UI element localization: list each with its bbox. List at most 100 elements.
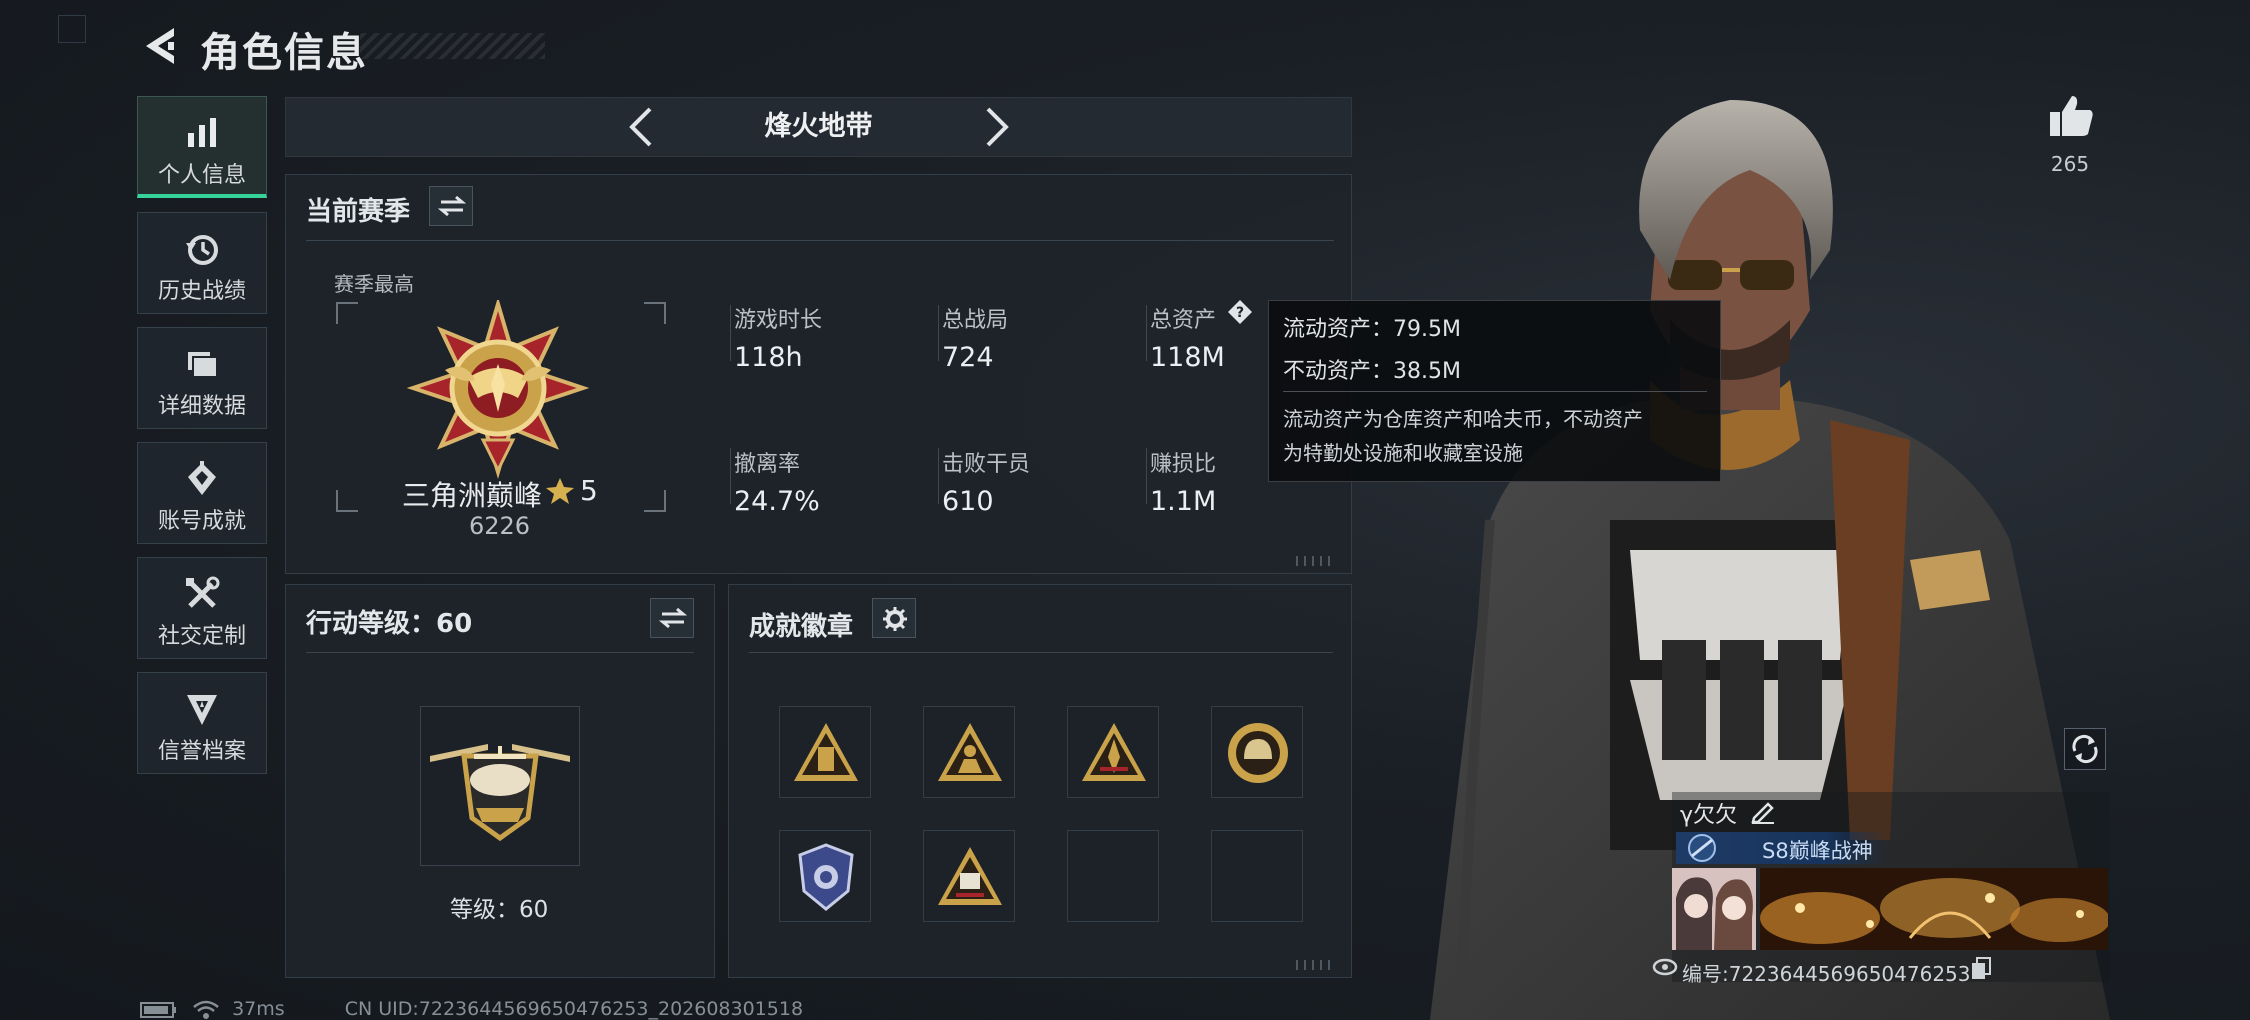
thumbs-up-icon — [2050, 96, 2093, 136]
bar-chart-icon — [188, 118, 216, 147]
title-decoration — [360, 33, 545, 59]
back-button[interactable] — [138, 22, 188, 72]
star-icon — [546, 478, 574, 504]
sidebar-item-personal-info[interactable]: 个人信息 — [137, 96, 267, 198]
tooltip-fixed-assets: 不动资产：38.5M — [1283, 359, 1461, 384]
achievement-icon — [188, 461, 216, 495]
triangle-tower-badge-icon — [794, 723, 858, 781]
sidebar-item-label: 历史战绩 — [157, 279, 246, 304]
rank-stars: 5 — [580, 474, 598, 507]
tooltip-divider — [1283, 391, 1707, 392]
panel-divider — [749, 652, 1333, 653]
stat-label: 撤离率 — [734, 452, 801, 477]
stat-value: 610 — [942, 486, 994, 517]
panel-corner-mark — [1296, 556, 1334, 566]
stat-value: 724 — [942, 342, 994, 373]
ping-value: 37ms — [232, 998, 285, 1020]
level-switch-button[interactable] — [650, 598, 694, 638]
swap-icon — [659, 607, 687, 629]
triangle-s8-badge-icon — [938, 847, 1002, 905]
asset-help-button[interactable]: ? — [1227, 299, 1253, 325]
mode-label: 烽火地带 — [764, 111, 873, 142]
badge-slot[interactable] — [1067, 706, 1159, 798]
sidebar-item-reputation[interactable]: 信誉档案 — [137, 672, 267, 774]
player-name: γ欠欠 — [1680, 803, 1738, 828]
rank-emblem-icon — [406, 300, 590, 480]
sidebar-item-label: 个人信息 — [157, 163, 246, 188]
panel-divider — [306, 652, 694, 653]
avatar-image — [1672, 868, 1756, 950]
stat-value: 24.7% — [734, 486, 820, 517]
tooltip-description-line2: 为特勤处设施和收藏室设施 — [1283, 441, 1523, 465]
avatar[interactable] — [1672, 868, 1756, 950]
stat-value: 118h — [734, 342, 803, 373]
help-icon: ? — [1228, 300, 1252, 324]
stat-label: 赚损比 — [1150, 452, 1217, 477]
round-helmet-badge-icon — [1228, 723, 1288, 783]
mode-prev-button[interactable] — [620, 105, 662, 149]
eye-icon[interactable] — [1652, 954, 1678, 980]
player-title: S8巅峰战神 — [1762, 839, 1873, 863]
season-switch-button[interactable] — [429, 186, 473, 226]
edit-icon[interactable] — [1750, 798, 1776, 824]
sidebar-item-history[interactable]: 历史战绩 — [137, 212, 267, 314]
sidebar-item-label: 账号成就 — [157, 509, 246, 534]
mode-next-button[interactable] — [976, 105, 1018, 149]
badge-settings-button[interactable] — [872, 598, 916, 638]
tooltip-liquid-assets: 流动资产：79.5M — [1283, 317, 1461, 342]
svg-text:?: ? — [1236, 305, 1244, 321]
season-best-label: 赛季最高 — [334, 272, 414, 296]
badge-slot[interactable] — [1211, 706, 1303, 798]
uid-text: CN UID:7223644569650476253_202608301518 — [344, 998, 804, 1020]
level-text: 等级：60 — [450, 897, 549, 923]
battery-icon — [140, 1001, 176, 1018]
sidebar-item-label: 社交定制 — [157, 624, 246, 649]
reputation-icon — [187, 695, 217, 725]
name-card-banner — [1760, 868, 2108, 950]
triangle-soldier-badge-icon — [938, 723, 1002, 781]
sidebar-item-detailed-data[interactable]: 详细数据 — [137, 327, 267, 429]
copy-icon[interactable] — [1970, 956, 1992, 980]
stat-label: 总战局 — [942, 308, 1009, 333]
panel-divider — [306, 240, 1334, 241]
tools-icon — [186, 576, 220, 608]
refresh-icon — [2072, 734, 2098, 764]
badge-slot[interactable] — [923, 706, 1015, 798]
chevron-right-icon — [986, 107, 1009, 147]
like-count: 265 — [2050, 152, 2090, 176]
like-button[interactable] — [2048, 94, 2094, 138]
swap-icon — [438, 195, 466, 217]
triangle-rocket-badge-icon — [1082, 723, 1146, 781]
stat-divider — [730, 305, 731, 361]
rank-name: 三角洲巅峰 — [402, 479, 543, 512]
stat-label: 总资产 — [1150, 308, 1217, 333]
stat-divider — [730, 448, 731, 504]
title-emblem-icon — [1688, 834, 1716, 862]
corner-decoration — [58, 15, 86, 43]
back-arrow-icon — [146, 28, 174, 64]
asset-tooltip: 流动资产：79.5M 不动资产：38.5M 流动资产为仓库资产和哈夫币，不动资产… — [1268, 300, 1721, 482]
badge-slot[interactable] — [923, 830, 1015, 922]
sidebar-item-label: 信誉档案 — [157, 739, 246, 764]
player-id: 编号:7223644569650476253 — [1682, 962, 1971, 986]
status-bar: 37ms CN UID:7223644569650476253_20260830… — [140, 998, 803, 1020]
police-shield-badge-icon — [798, 843, 854, 911]
history-icon — [186, 235, 218, 265]
chevron-left-icon — [629, 107, 652, 147]
badge-slot-empty[interactable] — [1067, 830, 1159, 922]
badge-slot[interactable] — [779, 830, 871, 922]
badge-slot[interactable] — [779, 706, 871, 798]
badge-slot-empty[interactable] — [1211, 830, 1303, 922]
page-title: 角色信息 — [200, 30, 368, 76]
stat-value: 118M — [1150, 342, 1225, 373]
refresh-button[interactable] — [2064, 728, 2106, 770]
sidebar-item-account-achievement[interactable]: 账号成就 — [137, 442, 267, 544]
badge-panel-title: 成就徽章 — [749, 612, 854, 642]
sidebar-item-social-custom[interactable]: 社交定制 — [137, 557, 267, 659]
action-level-title: 行动等级：60 — [306, 609, 473, 639]
stat-divider — [938, 305, 939, 361]
sidebar-item-label: 详细数据 — [157, 394, 246, 419]
tooltip-description-line1: 流动资产为仓库资产和哈夫币，不动资产 — [1283, 407, 1643, 431]
stat-divider — [938, 448, 939, 504]
helicopter-emblem-icon — [430, 744, 570, 842]
